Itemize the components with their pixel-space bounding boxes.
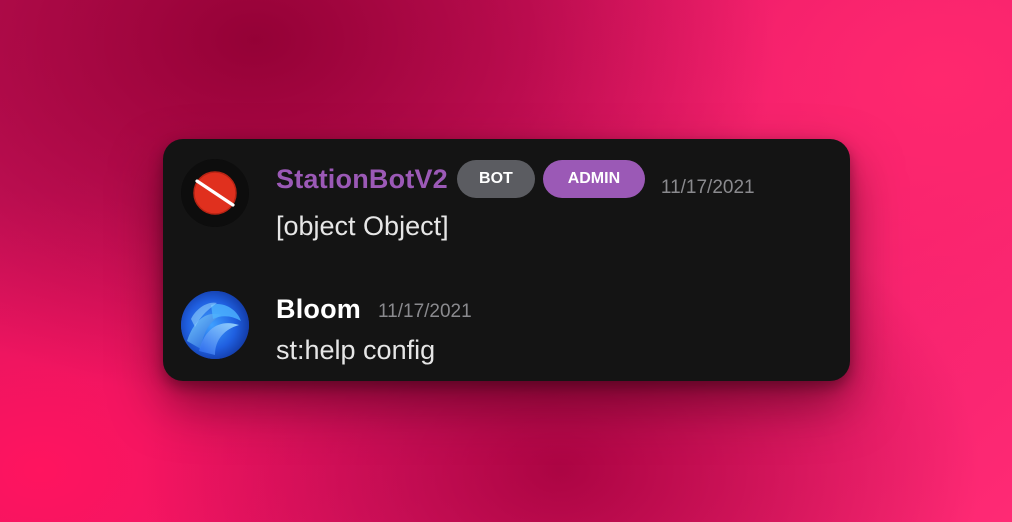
stationbot-avatar[interactable] — [181, 159, 249, 227]
red-slash-circle-icon — [181, 159, 249, 227]
bot-badge: BOT — [456, 160, 535, 198]
message-header: Bloom 11/17/2021 — [276, 289, 472, 329]
username[interactable]: Bloom — [276, 294, 361, 325]
username[interactable]: StationBotV2 — [276, 164, 448, 195]
admin-badge: ADMIN — [542, 160, 645, 198]
message-content: st:help config — [276, 335, 436, 365]
message-bloom: Bloom 11/17/2021 st:help config — [163, 269, 850, 381]
message-content: [object Object] — [276, 211, 449, 241]
timestamp: 11/17/2021 — [378, 301, 472, 322]
message-stationbot: StationBotV2 BOT ADMIN 11/17/2021 [objec… — [163, 139, 850, 269]
message-header: StationBotV2 BOT ADMIN 11/17/2021 — [276, 159, 755, 199]
blue-bloom-wallpaper-icon — [181, 291, 249, 359]
bloom-avatar[interactable] — [181, 291, 249, 359]
chat-card: StationBotV2 BOT ADMIN 11/17/2021 [objec… — [163, 139, 850, 381]
timestamp: 11/17/2021 — [660, 177, 755, 198]
